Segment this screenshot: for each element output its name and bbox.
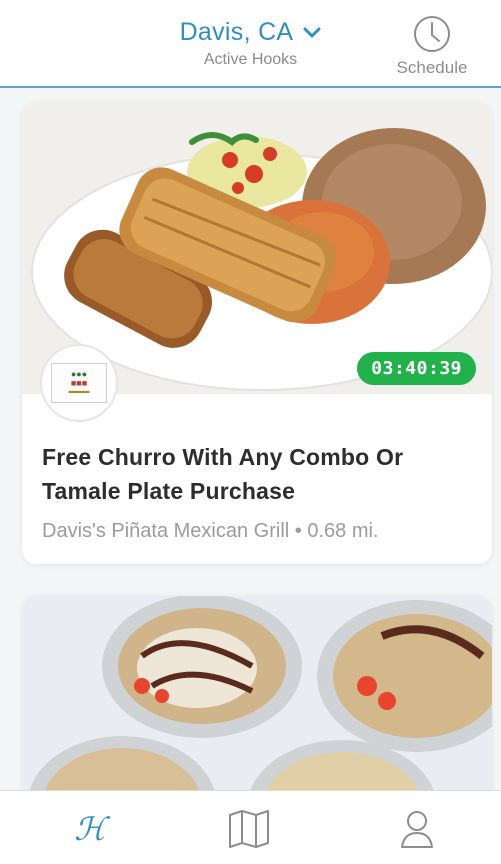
deal-image: [22, 596, 492, 790]
app-header: Davis, CA Active Hooks Schedule: [0, 0, 501, 88]
vendor-distance: Davis's Piñata Mexican Grill • 0.68 mi.: [42, 520, 379, 542]
nav-home[interactable]: ℋ: [60, 809, 120, 849]
deal-card[interactable]: 03:40:39 ●●● ■■■ ▬▬▬ Free Churro With An…: [22, 102, 492, 564]
location-label: Davis, CA: [179, 18, 294, 46]
vendor-logo[interactable]: ●●● ■■■ ▬▬▬: [40, 344, 118, 422]
location-selector[interactable]: Davis, CA: [180, 18, 322, 47]
map-icon: [229, 810, 269, 848]
schedule-button[interactable]: Schedule: [387, 14, 477, 78]
chevron-down-icon: [303, 27, 321, 37]
bottom-navigation: ℋ: [0, 790, 501, 864]
clock-icon: [414, 16, 450, 52]
hook-logo-icon: ℋ: [74, 810, 106, 848]
countdown-timer: 03:40:39: [357, 352, 476, 385]
profile-icon: [401, 811, 433, 848]
deal-title: Free Churro With Any Combo Or Tamale Pla…: [42, 444, 404, 504]
vendor-logo-mark: ●●● ■■■ ▬▬▬: [51, 363, 107, 403]
nav-map[interactable]: [226, 809, 286, 849]
schedule-label: Schedule: [396, 58, 468, 77]
deal-card[interactable]: [22, 596, 492, 790]
hooks-feed[interactable]: 03:40:39 ●●● ■■■ ▬▬▬ Free Churro With An…: [0, 90, 501, 790]
nav-profile[interactable]: [394, 809, 454, 849]
food-photo-illustration: [22, 596, 492, 790]
